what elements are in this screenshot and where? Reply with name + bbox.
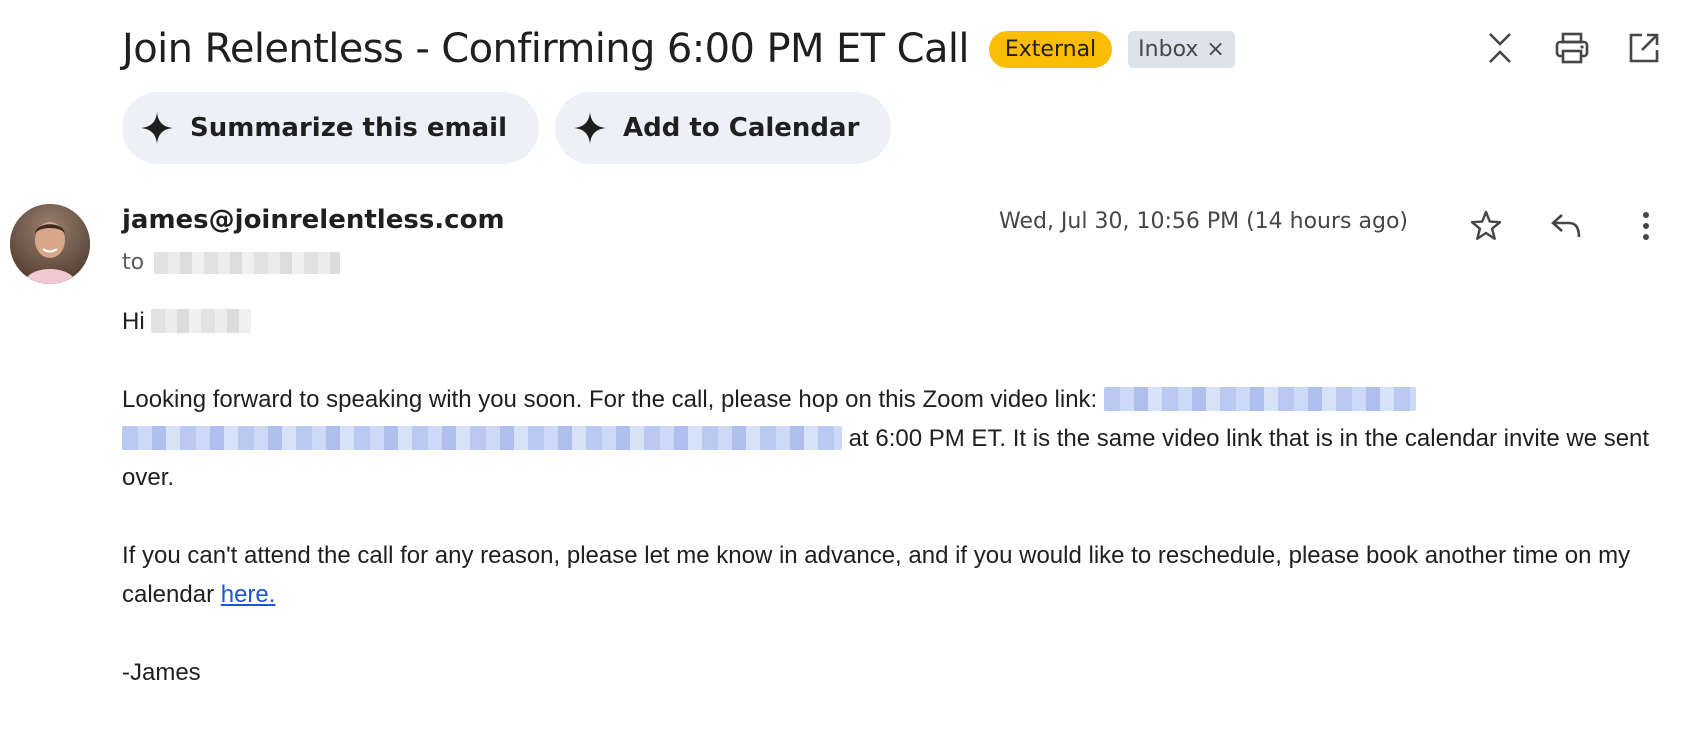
message-actions: [1460, 204, 1672, 248]
summarize-email-button[interactable]: Summarize this email: [122, 92, 539, 164]
subject-row: Join Relentless - Confirming 6:00 PM ET …: [122, 18, 1235, 80]
signoff: -James: [122, 659, 201, 686]
greeting: Hi: [122, 308, 145, 335]
paragraph-1: Looking forward to speaking with you soo…: [122, 380, 1667, 497]
greeting-line: Hi: [122, 302, 1667, 341]
paragraph-2: If you can't attend the call for any rea…: [122, 536, 1667, 614]
star-icon[interactable]: [1460, 204, 1512, 248]
inbox-label-chip: Inbox ×: [1128, 30, 1235, 68]
remove-label-icon[interactable]: ×: [1206, 37, 1224, 62]
ai-actions-row: Summarize this email Add to Calendar: [122, 92, 892, 164]
print-icon[interactable]: [1546, 26, 1598, 70]
redacted-zoom-link-part2[interactable]: [122, 426, 842, 450]
more-vert-icon[interactable]: [1620, 204, 1672, 248]
inbox-label-text: Inbox: [1138, 36, 1199, 62]
paragraph-2-text: If you can't attend the call for any rea…: [122, 542, 1631, 608]
recipient-row: to: [122, 250, 341, 275]
reply-icon[interactable]: [1540, 204, 1592, 248]
sender-address[interactable]: james@joinrelentless.com: [122, 205, 505, 235]
paragraph-1-start: Looking forward to speaking with you soo…: [122, 386, 1104, 413]
email-subject: Join Relentless - Confirming 6:00 PM ET …: [122, 26, 969, 72]
email-timestamp: Wed, Jul 30, 10:56 PM (14 hours ago): [998, 209, 1408, 234]
email-body: Hi Looking forward to speaking with you …: [122, 302, 1667, 731]
redacted-zoom-link-part1[interactable]: [1103, 387, 1416, 411]
add-to-calendar-label: Add to Calendar: [623, 113, 860, 143]
collapse-all-icon[interactable]: [1474, 26, 1526, 70]
add-to-calendar-button[interactable]: Add to Calendar: [555, 92, 892, 164]
thread-toolbar: [1474, 26, 1670, 70]
to-prefix: to: [122, 250, 145, 275]
external-label-chip: External: [988, 30, 1113, 68]
sparkle-icon: [574, 112, 606, 144]
open-in-new-window-icon[interactable]: [1618, 26, 1670, 70]
redacted-name: [151, 309, 252, 333]
redacted-recipient: [154, 251, 341, 274]
summarize-email-label: Summarize this email: [190, 113, 507, 143]
sparkle-icon: [141, 112, 173, 144]
calendar-booking-link[interactable]: here.: [221, 581, 276, 608]
sender-avatar[interactable]: [10, 204, 90, 284]
